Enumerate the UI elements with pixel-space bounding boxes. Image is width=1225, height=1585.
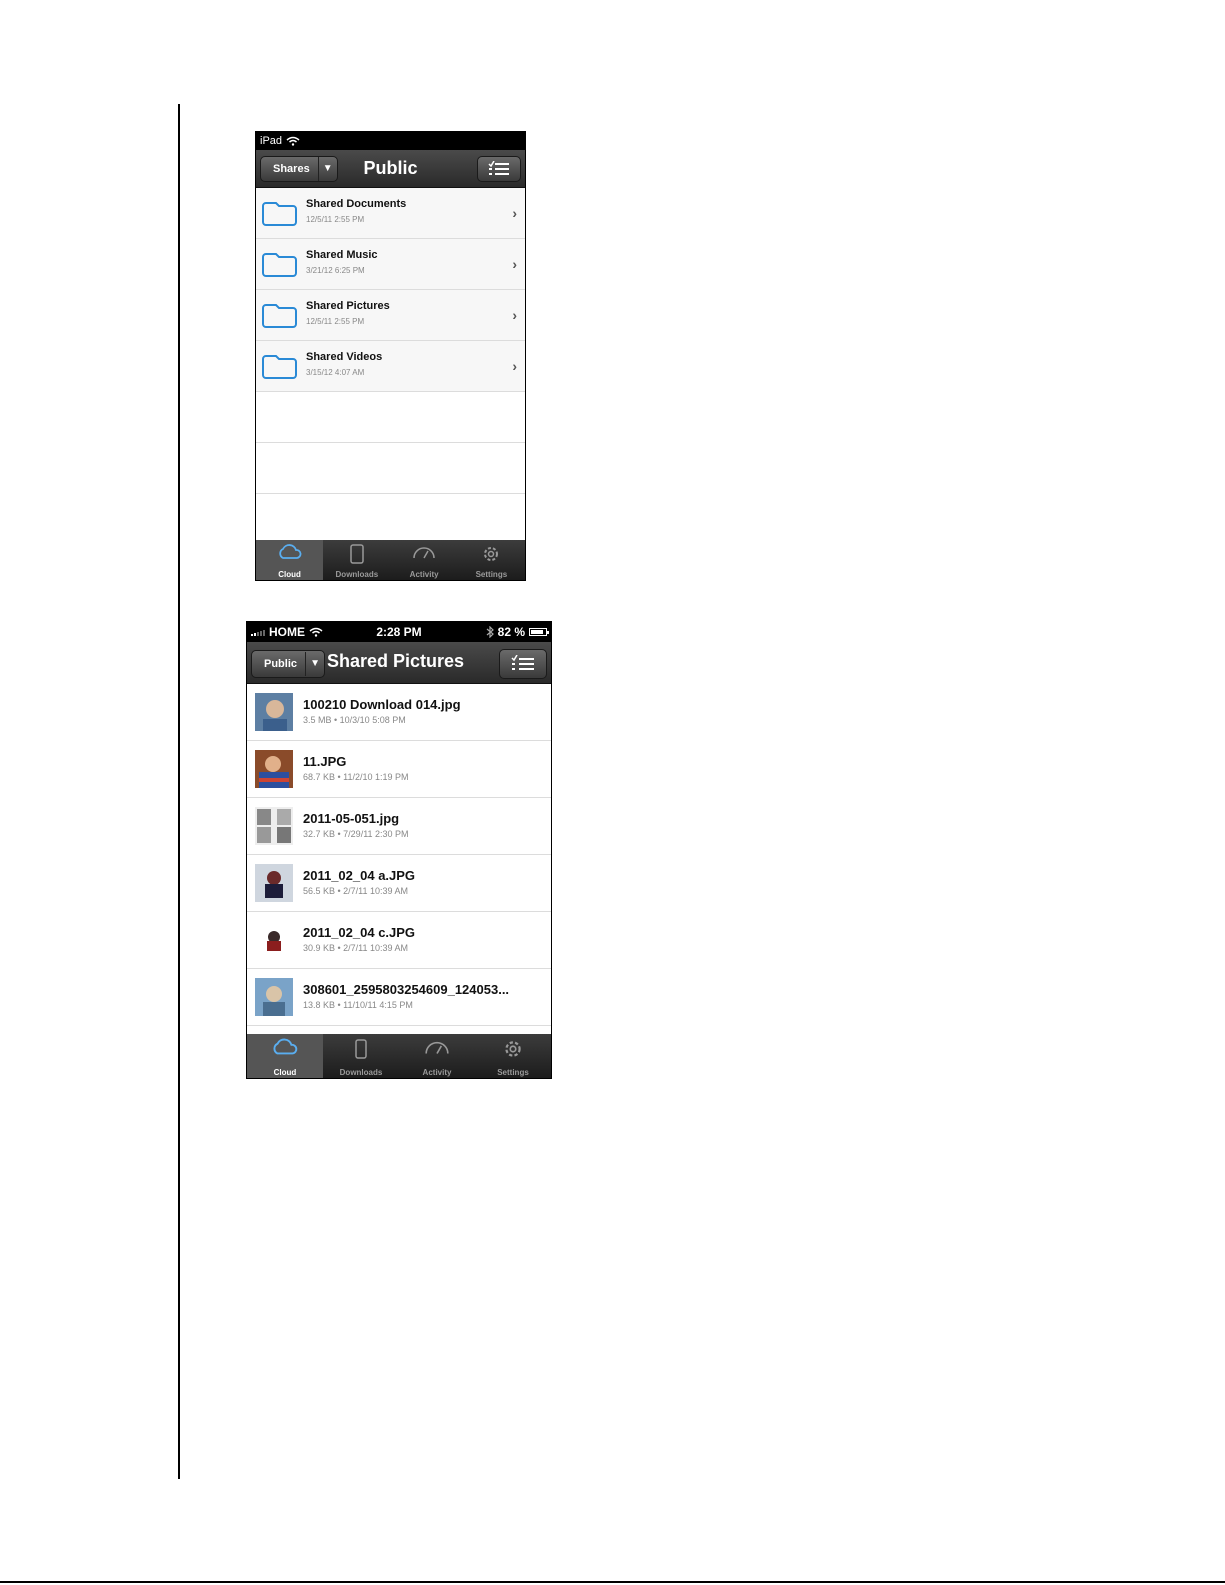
tab-label: Activity [422, 1068, 452, 1077]
item-meta: 68.7 KB • 11/2/10 1:19 PM [303, 772, 409, 782]
tab-cloud[interactable]: Cloud [247, 1034, 323, 1078]
item-title: Shared Pictures [306, 300, 390, 312]
tab-label: Cloud [278, 570, 301, 579]
gear-icon [505, 1041, 521, 1057]
item-date: 3/15/12 4:07 AM [306, 368, 365, 377]
item-date: 12/5/11 2:55 PM [306, 317, 365, 326]
tab-label: Settings [497, 1068, 529, 1077]
chevron-right-icon: › [512, 205, 517, 221]
item-title: Shared Music [306, 249, 378, 261]
device-label: iPad [260, 135, 283, 147]
item-meta: 3.5 MB • 10/3/10 5:08 PM [303, 715, 406, 725]
status-bar: HOME 2:28 PM 82 % [247, 622, 551, 642]
tab-label: Settings [475, 570, 508, 579]
tab-settings[interactable]: Settings [458, 540, 525, 580]
folder-icon [262, 304, 297, 328]
select-button[interactable] [477, 156, 521, 182]
tab-downloads[interactable]: Downloads [323, 1034, 399, 1078]
chevron-right-icon: › [512, 256, 517, 272]
tab-activity[interactable]: Activity [399, 1034, 475, 1078]
photo-thumbnail [255, 693, 293, 731]
tab-activity[interactable]: Activity [391, 540, 458, 580]
chevron-right-icon: › [512, 358, 517, 374]
photo-thumbnail [255, 807, 293, 845]
empty-row [256, 443, 525, 494]
select-button[interactable] [499, 649, 547, 679]
cloud-icon [278, 544, 302, 559]
battery-percent: 82 % [497, 625, 525, 639]
gear-icon [484, 547, 499, 561]
photo-thumbnail [255, 978, 293, 1016]
phone-icon [355, 1039, 367, 1059]
item-meta: 13.8 KB • 11/10/11 4:15 PM [303, 1000, 413, 1010]
tab-bar: Cloud Downloads Activity Settings [256, 540, 525, 580]
cloud-icon [273, 1038, 298, 1055]
nav-bar: Shares ▼ Public [256, 150, 525, 188]
list-item[interactable]: 2011_02_04 a.JPG 56.5 KB • 2/7/11 10:39 … [247, 855, 551, 912]
checklist-icon [511, 655, 534, 670]
photo-thumbnail [255, 921, 293, 959]
battery-icon [529, 628, 549, 636]
checklist-icon [488, 161, 509, 175]
bluetooth-icon [486, 626, 494, 638]
item-meta: 56.5 KB • 2/7/11 10:39 AM [303, 886, 409, 896]
tab-label: Cloud [273, 1068, 297, 1077]
list-item[interactable]: 100210 Download 014.jpg 3.5 MB • 10/3/10… [247, 684, 551, 741]
item-title: 2011_02_04 c.JPG [303, 925, 416, 940]
list-item[interactable]: Shared Documents 12/5/11 2:55 PM › [256, 188, 525, 239]
item-title: 11.JPG [303, 754, 347, 769]
tab-cloud[interactable]: Cloud [256, 540, 324, 580]
folder-icon [262, 202, 297, 226]
shared-pictures-screen: HOME 2:28 PM 82 % Public ▼ Shared Pictur… [246, 621, 552, 1079]
device-icon [350, 544, 364, 564]
item-title: Shared Videos [306, 351, 383, 363]
tab-bar: Cloud Downloads Activity Settings [247, 1034, 551, 1078]
file-list: 100210 Download 014.jpg 3.5 MB • 10/3/10… [247, 684, 551, 1026]
list-item[interactable]: Shared Pictures 12/5/11 2:55 PM › [256, 290, 525, 341]
tab-settings[interactable]: Settings [475, 1034, 551, 1078]
public-share-screen: iPad Shares ▼ Public Shared Documents 12… [255, 131, 526, 581]
chevron-down-icon[interactable]: ▼ [306, 652, 324, 676]
item-meta: 32.7 KB • 7/29/11 2:30 PM [303, 829, 409, 839]
item-title: 100210 Download 014.jpg [303, 697, 461, 712]
tab-downloads[interactable]: Downloads [323, 540, 390, 580]
tab-label: Activity [409, 570, 439, 579]
status-bar: iPad [256, 132, 525, 150]
gauge-icon [413, 547, 435, 559]
empty-row [256, 494, 525, 545]
folder-list: Shared Documents 12/5/11 2:55 PM › Share… [256, 188, 525, 545]
tab-label: Downloads [339, 1068, 383, 1077]
empty-row [256, 392, 525, 443]
folder-icon [262, 355, 297, 379]
item-title: 2011_02_04 a.JPG [303, 868, 416, 883]
list-item[interactable]: 2011-05-051.jpg 32.7 KB • 7/29/11 2:30 P… [247, 798, 551, 855]
back-label: Public [252, 652, 307, 676]
folder-icon [262, 253, 297, 277]
item-title: 2011-05-051.jpg [303, 811, 400, 826]
item-title: 308601_2595803254609_124053... [303, 982, 510, 997]
photo-thumbnail [255, 750, 293, 788]
list-item[interactable]: 308601_2595803254609_124053... 13.8 KB •… [247, 969, 551, 1026]
page-title: Shared Pictures [327, 651, 465, 671]
gauge-icon [425, 1041, 449, 1054]
item-title: Shared Documents [306, 198, 407, 210]
photo-thumbnail [255, 864, 293, 902]
chevron-right-icon: › [512, 307, 517, 323]
margin-rule [178, 104, 180, 1479]
item-meta: 30.9 KB • 2/7/11 10:39 AM [303, 943, 409, 953]
item-date: 12/5/11 2:55 PM [306, 215, 365, 224]
public-back-button[interactable]: Public ▼ [251, 650, 326, 678]
list-item[interactable]: Shared Music 3/21/12 6:25 PM › [256, 239, 525, 290]
wifi-icon [286, 136, 300, 146]
tab-label: Downloads [335, 570, 379, 579]
list-item[interactable]: 11.JPG 68.7 KB • 11/2/10 1:19 PM [247, 741, 551, 798]
item-date: 3/21/12 6:25 PM [306, 266, 365, 275]
list-item[interactable]: Shared Videos 3/15/12 4:07 AM › [256, 341, 525, 392]
bottom-rule [0, 1581, 1225, 1583]
list-item[interactable]: 2011_02_04 c.JPG 30.9 KB • 2/7/11 10:39 … [247, 912, 551, 969]
nav-bar: Public ▼ Shared Pictures [247, 642, 551, 684]
